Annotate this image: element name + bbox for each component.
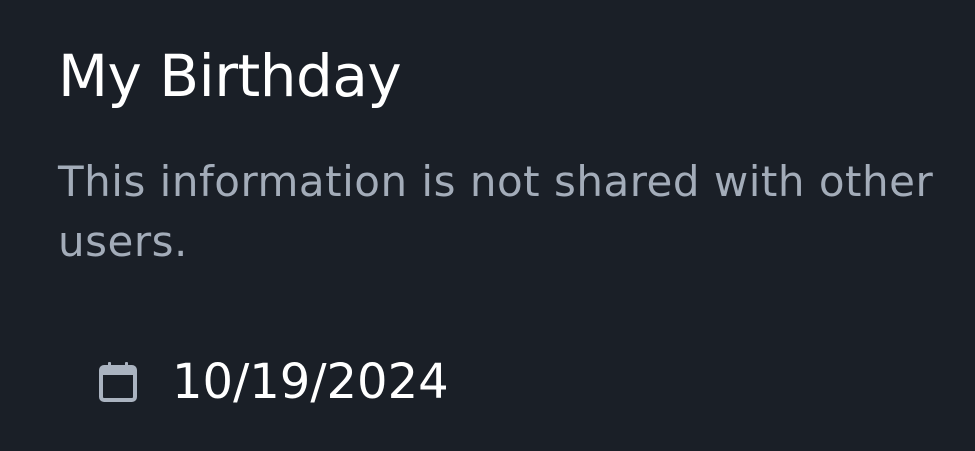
birthday-date-field[interactable]: 10/19/2024 — [96, 350, 449, 414]
calendar-icon — [96, 359, 140, 405]
birthday-date-value[interactable]: 10/19/2024 — [172, 350, 449, 414]
page-title: My Birthday — [58, 42, 402, 110]
privacy-description: This information is not shared with othe… — [58, 157, 934, 266]
birthday-panel: My Birthday This information is not shar… — [0, 0, 975, 451]
